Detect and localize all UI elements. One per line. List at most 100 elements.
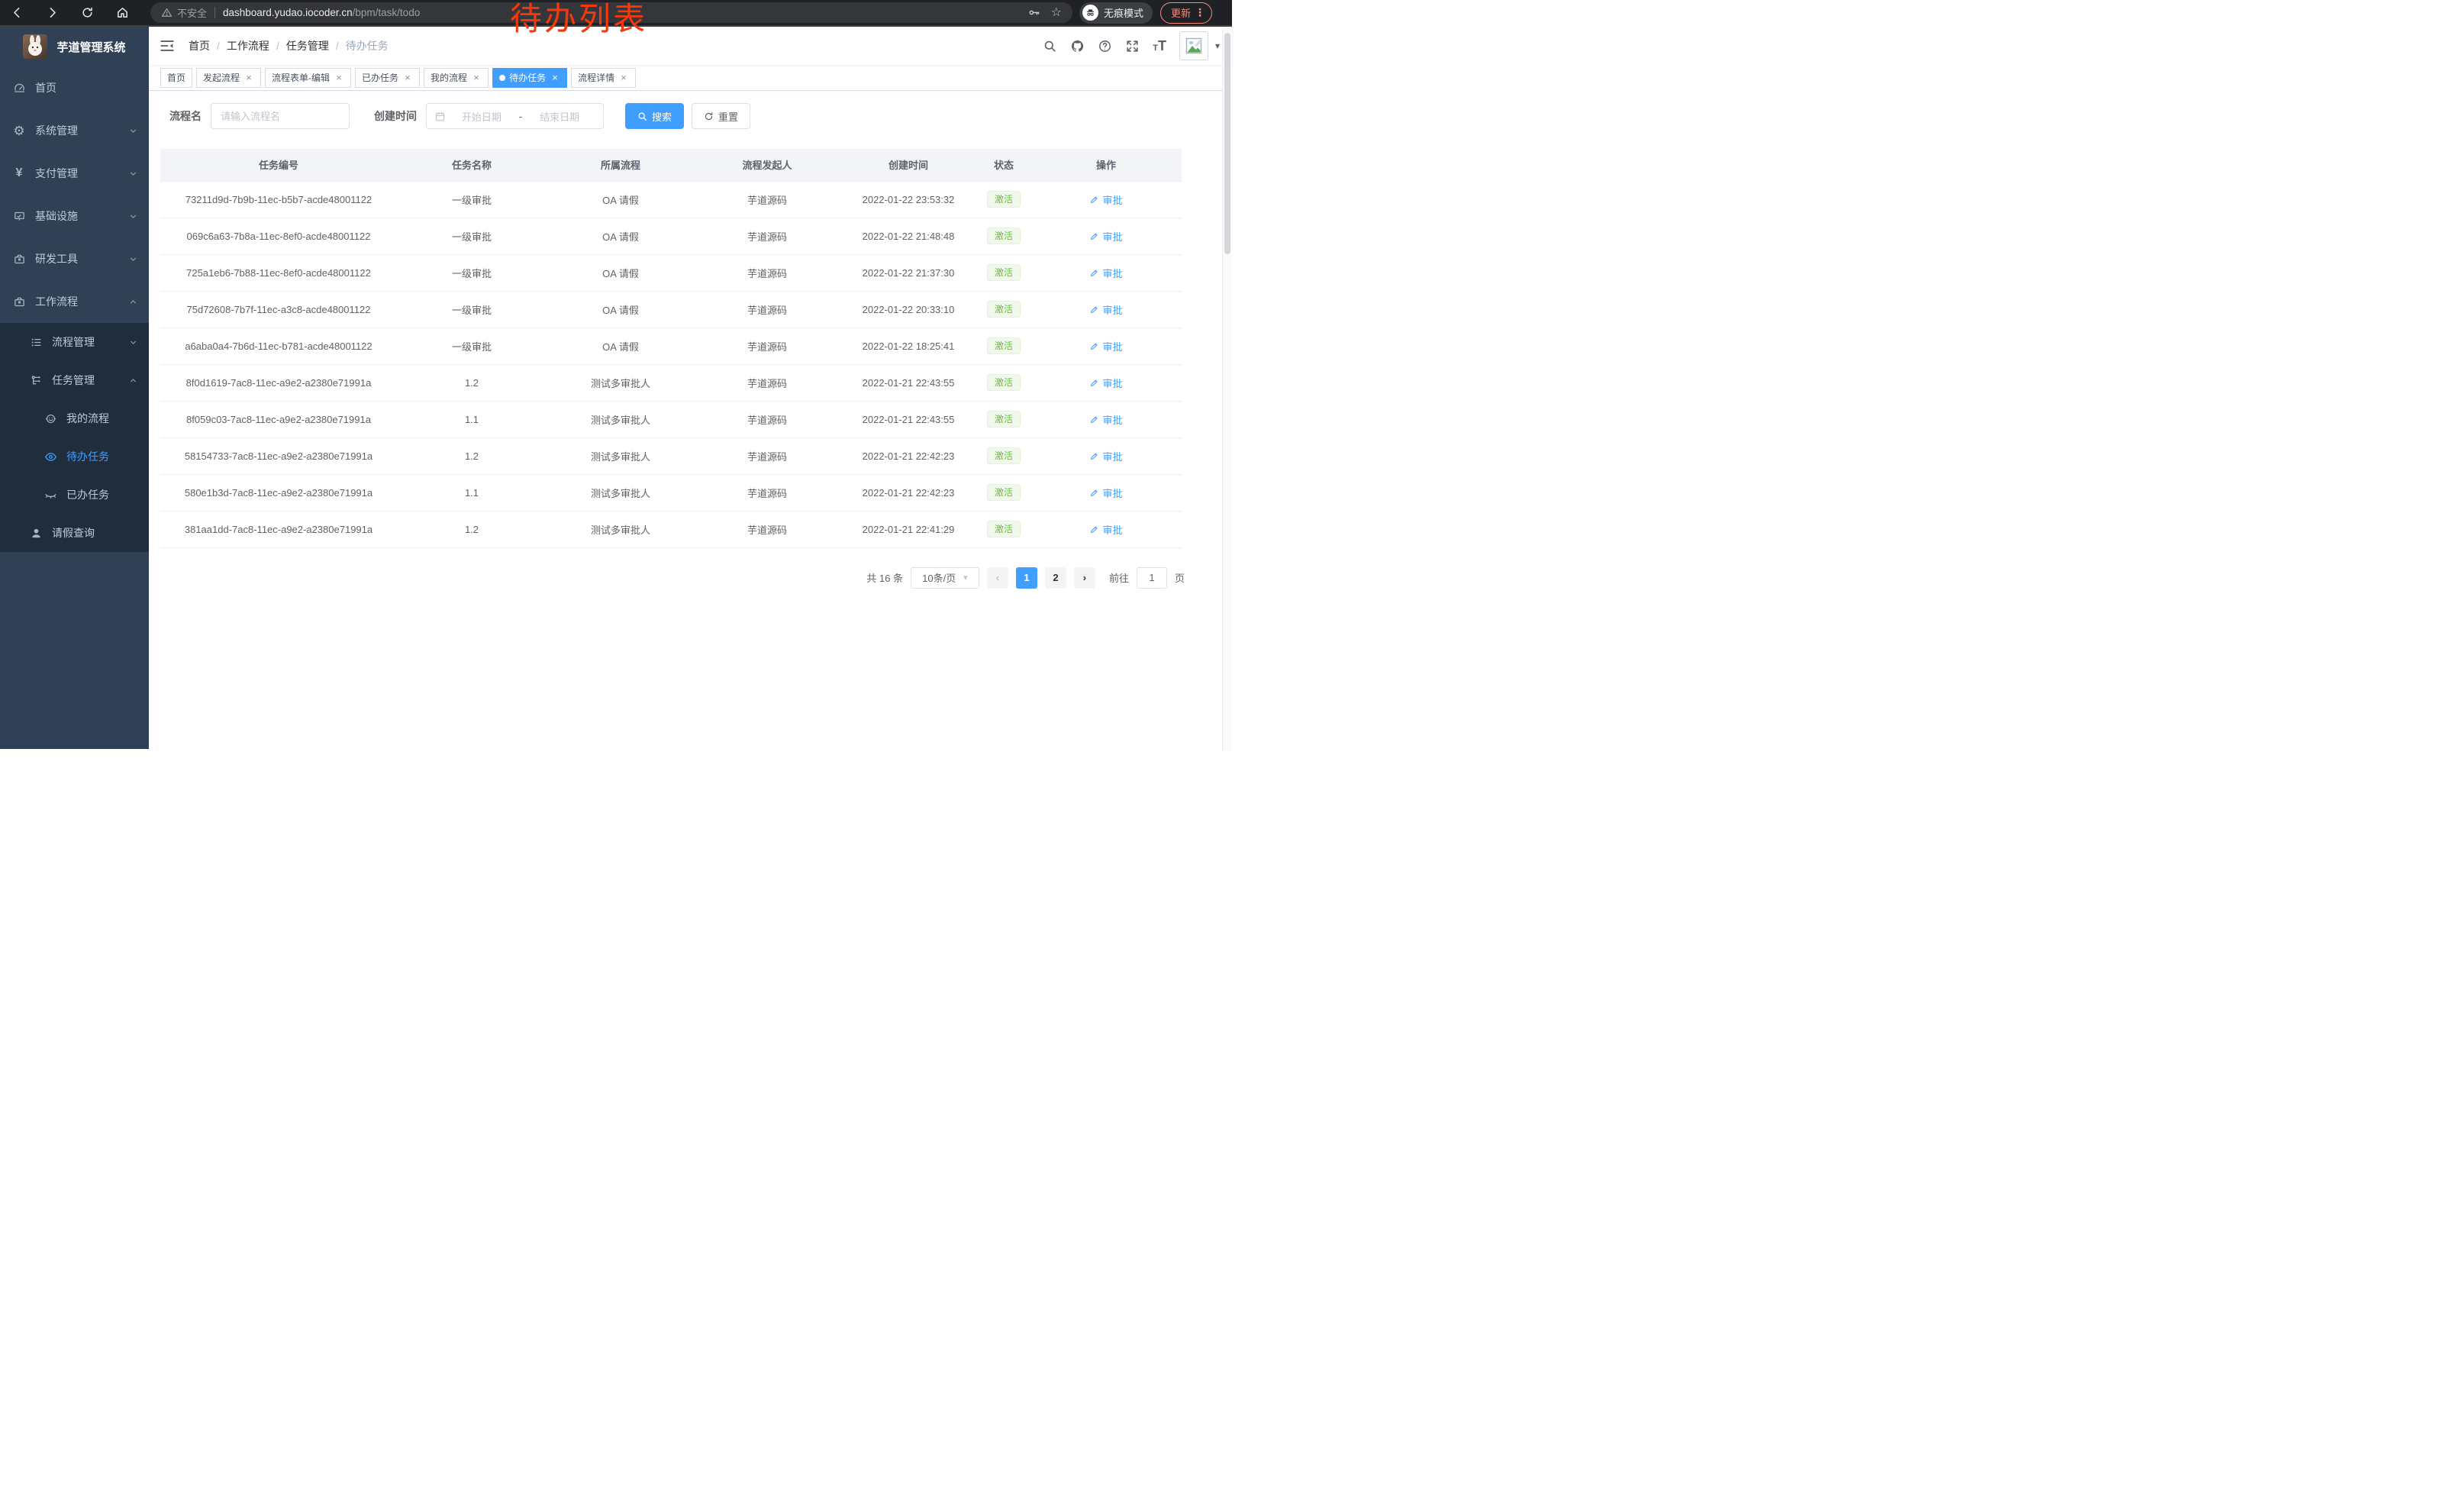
breadcrumb-item-task-management[interactable]: 任务管理 bbox=[286, 38, 329, 53]
search-button[interactable]: 搜索 bbox=[625, 103, 684, 129]
reset-button[interactable]: 重置 bbox=[692, 103, 750, 129]
page-button-1[interactable]: 1 bbox=[1016, 567, 1037, 589]
browser-toolbar: 不安全 dashboard.yudao.iocoder.cn/bpm/task/… bbox=[0, 0, 1232, 27]
fullscreen-icon[interactable] bbox=[1125, 39, 1140, 53]
cell-task-name: 一级审批 bbox=[397, 181, 547, 218]
sidebar-item-task-management[interactable]: 任务管理 bbox=[0, 361, 149, 399]
cell-starter: 芋道源码 bbox=[695, 401, 840, 437]
avatar[interactable] bbox=[1179, 31, 1208, 60]
sidebar-item-label: 流程管理 bbox=[52, 334, 128, 350]
prev-page-button[interactable]: ‹ bbox=[987, 567, 1008, 589]
approve-link[interactable]: 审批 bbox=[1089, 376, 1122, 390]
status-badge: 激活 bbox=[987, 191, 1021, 208]
sidebar-item-leave-query[interactable]: 请假查询 bbox=[0, 514, 149, 552]
close-icon[interactable]: × bbox=[550, 72, 560, 83]
filter-form: 流程名 创建时间 开始日期 - 结束日期 搜索 重置 bbox=[169, 103, 1221, 129]
approve-link[interactable]: 审批 bbox=[1089, 486, 1122, 500]
sidebar: 芋道管理系统 首页 ⚙ 系统管理 ¥ 支付管理 基础设施 bbox=[0, 27, 149, 749]
workflow-submenu: 流程管理 任务管理 我的流程 待办任务 bbox=[0, 323, 149, 552]
status-badge: 激活 bbox=[987, 228, 1021, 244]
page-scrollbar[interactable] bbox=[1222, 28, 1232, 750]
browser-menu-icon[interactable]: ⋮ bbox=[1195, 6, 1205, 19]
scrollbar-thumb[interactable] bbox=[1224, 33, 1230, 254]
dashboard-icon bbox=[12, 81, 26, 95]
cell-process: OA 请假 bbox=[547, 254, 695, 291]
page-button-2[interactable]: 2 bbox=[1045, 567, 1066, 589]
tab-label: 首页 bbox=[167, 71, 185, 84]
tab-start-process[interactable]: 发起流程 × bbox=[196, 68, 261, 88]
security-status-label: 不安全 bbox=[177, 5, 207, 20]
sidebar-item-payment[interactable]: ¥ 支付管理 bbox=[0, 152, 149, 195]
table-row: 725a1eb6-7b88-11ec-8ef0-acde48001122 一级审… bbox=[160, 254, 1182, 291]
close-icon[interactable]: × bbox=[243, 72, 254, 83]
user-icon bbox=[29, 526, 43, 540]
breadcrumb-separator: / bbox=[217, 40, 220, 52]
sidebar-item-workflow[interactable]: 工作流程 bbox=[0, 280, 149, 323]
sidebar-item-my-process[interactable]: 我的流程 bbox=[0, 399, 149, 437]
url-divider bbox=[214, 7, 215, 18]
close-icon[interactable]: × bbox=[334, 72, 344, 83]
approve-label: 审批 bbox=[1102, 339, 1122, 353]
date-range-picker[interactable]: 开始日期 - 结束日期 bbox=[426, 103, 604, 129]
flow-tree-icon bbox=[29, 373, 43, 387]
cell-starter: 芋道源码 bbox=[695, 437, 840, 474]
browser-reload-button[interactable] bbox=[78, 4, 96, 22]
bookmark-star-icon[interactable]: ☆ bbox=[1051, 7, 1062, 19]
close-icon[interactable]: × bbox=[402, 72, 413, 83]
next-page-button[interactable]: › bbox=[1074, 567, 1095, 589]
tab-label: 已办任务 bbox=[362, 71, 398, 84]
approve-link[interactable]: 审批 bbox=[1089, 522, 1122, 537]
sidebar-item-system[interactable]: ⚙ 系统管理 bbox=[0, 109, 149, 152]
help-icon[interactable] bbox=[1098, 39, 1112, 53]
search-icon[interactable] bbox=[1043, 39, 1057, 53]
sidebar-item-label: 待办任务 bbox=[66, 449, 138, 464]
sidebar-collapse-icon[interactable] bbox=[159, 37, 176, 54]
approve-link[interactable]: 审批 bbox=[1089, 412, 1122, 427]
sidebar-item-infra[interactable]: 基础设施 bbox=[0, 195, 149, 237]
briefcase-icon bbox=[12, 252, 26, 266]
sidebar-item-devtools[interactable]: 研发工具 bbox=[0, 237, 149, 280]
breadcrumb-item-workflow[interactable]: 工作流程 bbox=[227, 38, 269, 53]
approve-link[interactable]: 审批 bbox=[1089, 229, 1122, 244]
cell-task-name: 1.2 bbox=[397, 364, 547, 401]
sidebar-item-todo-tasks[interactable]: 待办任务 bbox=[0, 437, 149, 476]
chevron-down-icon bbox=[128, 126, 138, 136]
approve-link[interactable]: 审批 bbox=[1089, 339, 1122, 353]
caret-down-icon[interactable]: ▾ bbox=[1215, 40, 1220, 51]
approve-link[interactable]: 审批 bbox=[1089, 192, 1122, 207]
search-icon bbox=[637, 111, 647, 121]
tab-todo-tasks[interactable]: 待办任务 × bbox=[492, 68, 567, 88]
browser-home-button[interactable] bbox=[113, 4, 131, 22]
process-name-input[interactable] bbox=[211, 103, 350, 129]
github-icon[interactable] bbox=[1070, 39, 1085, 53]
browser-forward-button[interactable] bbox=[43, 4, 61, 22]
tab-process-form-edit[interactable]: 流程表单-编辑 × bbox=[265, 68, 351, 88]
approve-label: 审批 bbox=[1102, 302, 1122, 317]
goto-page-input[interactable] bbox=[1137, 567, 1167, 589]
cell-create-time: 2022-01-21 22:42:23 bbox=[840, 474, 977, 511]
sidebar-item-home[interactable]: 首页 bbox=[0, 66, 149, 109]
browser-update-button[interactable]: 更新 ⋮ bbox=[1160, 2, 1212, 24]
close-icon[interactable]: × bbox=[471, 72, 482, 83]
tab-done-tasks[interactable]: 已办任务 × bbox=[355, 68, 420, 88]
status-badge: 激活 bbox=[987, 301, 1021, 318]
app-logo[interactable]: 芋道管理系统 bbox=[0, 27, 149, 66]
font-size-icon[interactable]: TT bbox=[1153, 38, 1166, 54]
password-key-icon[interactable] bbox=[1027, 6, 1040, 19]
approve-link[interactable]: 审批 bbox=[1089, 449, 1122, 463]
approve-link[interactable]: 审批 bbox=[1089, 266, 1122, 280]
search-button-label: 搜索 bbox=[652, 109, 672, 124]
breadcrumb-item-home[interactable]: 首页 bbox=[189, 38, 210, 53]
status-badge: 激活 bbox=[987, 337, 1021, 354]
tab-home[interactable]: 首页 bbox=[160, 68, 192, 88]
page-size-select[interactable]: 10条/页 ▾ bbox=[911, 567, 979, 589]
approve-link[interactable]: 审批 bbox=[1089, 302, 1122, 317]
tab-process-detail[interactable]: 流程详情 × bbox=[571, 68, 636, 88]
browser-back-button[interactable] bbox=[8, 4, 26, 22]
address-bar[interactable]: 不安全 dashboard.yudao.iocoder.cn/bpm/task/… bbox=[150, 2, 1072, 23]
sidebar-item-done-tasks[interactable]: 已办任务 bbox=[0, 476, 149, 514]
close-icon[interactable]: × bbox=[618, 72, 629, 83]
sidebar-item-process-management[interactable]: 流程管理 bbox=[0, 323, 149, 361]
status-badge: 激活 bbox=[987, 521, 1021, 537]
tab-my-process[interactable]: 我的流程 × bbox=[424, 68, 489, 88]
